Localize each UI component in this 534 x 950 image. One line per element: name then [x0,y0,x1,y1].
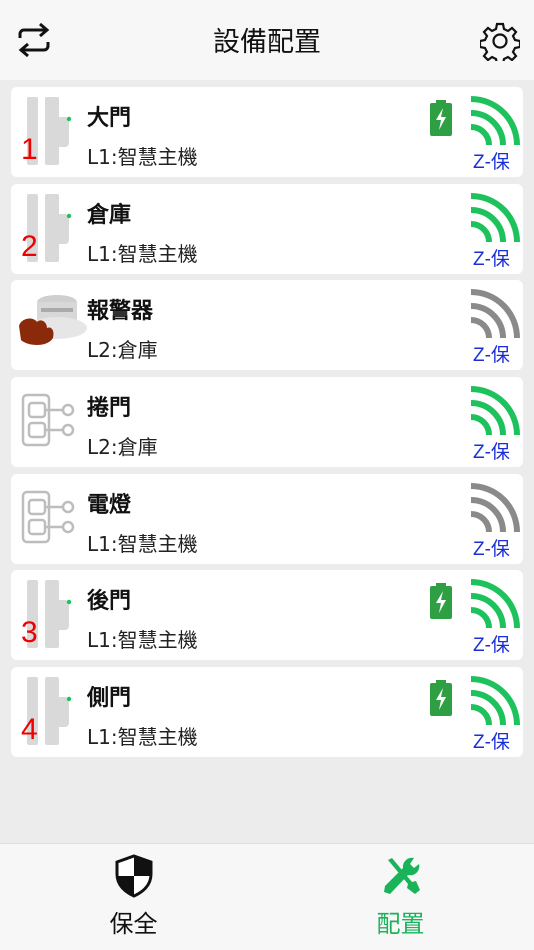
device-name: 報警器 [87,299,154,325]
wireless-signal-icon [470,386,520,436]
tab-config-label: 配置 [376,910,425,938]
wireless-signal-icon [470,96,520,146]
device-list: 大門 L1:智慧主機 1 Z-保 倉庫 L1:智慧主機 2 Z-保 報警器 L2:倉庫 Z-保 捲門 L… [11,87,523,764]
wireless-signal-icon [470,289,520,339]
siren-icon [19,295,87,346]
device-name: 電燈 [87,492,132,518]
device-card[interactable]: 側門 L1:智慧主機 4 Z-保 [11,667,523,758]
device-card[interactable]: 後門 L1:智慧主機 3 Z-保 [11,570,523,661]
device-card[interactable]: 報警器 L2:倉庫 Z-保 [11,280,523,371]
bottom-tab-bar: 保全 配置 [0,843,534,950]
device-name: 後門 [87,589,132,615]
battery-icon [430,583,452,620]
tab-config[interactable]: 配置 [267,844,534,950]
device-card[interactable]: 大門 L1:智慧主機 1 Z-保 [11,87,523,177]
tab-security[interactable]: 保全 [0,844,267,950]
shield-icon [115,854,153,898]
zwave-label: Z-保 [473,345,510,367]
zwave-label: Z-保 [473,442,510,464]
zwave-label: Z-保 [473,635,510,657]
page-title: 設備配置 [213,27,321,58]
device-location: L2:倉庫 [87,338,158,363]
device-card[interactable]: 捲門 L2:倉庫 Z-保 [11,377,523,468]
device-name: 大門 [87,106,132,131]
device-card[interactable]: 電燈 L1:智慧主機 Z-保 [11,473,523,564]
zwave-label: Z-保 [473,248,510,270]
wrench-screwdriver-icon [384,857,420,894]
wireless-signal-icon [470,482,520,533]
device-location: L1:智慧主機 [87,145,198,169]
device-number: 3 [21,616,38,650]
zwave-label: Z-保 [473,732,510,754]
device-location: L1:智慧主機 [87,628,198,653]
tab-security-label: 保全 [109,910,158,938]
device-number: 4 [21,713,38,747]
switch-icon [21,393,75,447]
device-location: L1:智慧主機 [87,531,198,556]
zwave-label: Z-保 [473,538,510,560]
wireless-signal-icon [470,676,520,726]
device-card[interactable]: 倉庫 L1:智慧主機 2 Z-保 [11,183,523,274]
device-name: 捲門 [87,396,132,422]
device-location: L1:智慧主機 [87,725,198,750]
switch-icon [21,490,75,543]
battery-icon [430,680,452,717]
device-number: 2 [21,229,38,263]
device-name: 倉庫 [87,202,132,228]
device-name: 側門 [87,686,132,712]
wireless-signal-icon [470,192,520,242]
top-navigation-bar: 設備配置 [0,0,534,80]
wireless-signal-icon [470,579,520,629]
zwave-label: Z-保 [473,152,510,173]
gear-icon[interactable] [480,21,520,61]
device-location: L1:智慧主機 [87,241,198,266]
battery-icon [430,100,452,136]
device-location: L2:倉庫 [87,435,158,460]
device-number: 1 [21,133,38,166]
